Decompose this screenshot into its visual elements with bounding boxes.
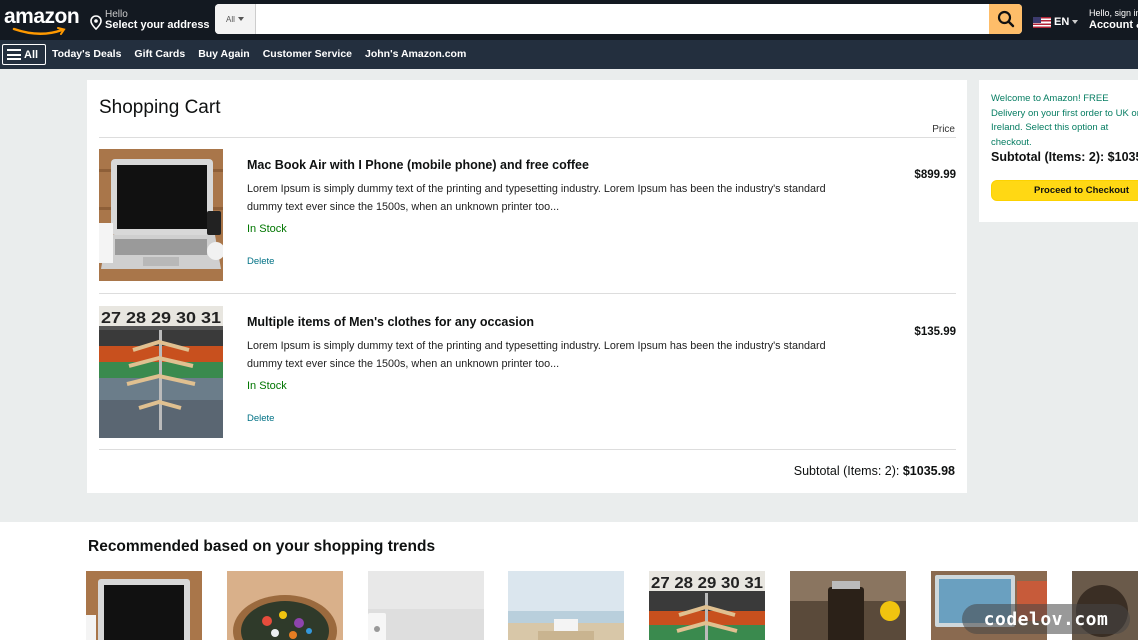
free-delivery-message: Welcome to Amazon! FREE Delivery on your… [991, 93, 1138, 148]
product-price: $899.99 [914, 169, 956, 181]
language-selector[interactable]: EN [1033, 15, 1079, 29]
product-title[interactable]: Multiple items of Men's clothes for any … [247, 315, 534, 329]
search-button[interactable] [989, 4, 1022, 34]
nav-link-buy-again[interactable]: Buy Again [198, 48, 250, 61]
calendar-digits: 27 28 29 30 31 [101, 310, 221, 327]
top-header: amazon Hello Select your address All EN [0, 0, 1138, 40]
hamburger-menu-icon [7, 49, 21, 60]
stock-status: In Stock [247, 223, 287, 235]
cart-title: Shopping Cart [99, 97, 221, 118]
nav-link-customer-service[interactable]: Customer Service [263, 48, 352, 61]
account-menu[interactable]: Hello, sign in Account & Lists [1089, 8, 1138, 32]
recommended-product-laptop[interactable] [86, 571, 202, 640]
product-image-laptop[interactable] [99, 149, 223, 281]
nav-link-johns-amazon[interactable]: John's Amazon.com [365, 48, 466, 61]
search-category-select[interactable]: All [215, 4, 256, 34]
subtotal-label: Subtotal (Items: 2): [793, 464, 900, 478]
proceed-to-checkout-button[interactable]: Proceed to Checkout [991, 180, 1138, 201]
chevron-down-icon [1072, 20, 1079, 24]
us-flag-icon [1033, 16, 1051, 28]
recommendations-title: Recommended based on your shopping trend… [88, 538, 436, 555]
logo-text: amazon [4, 5, 80, 28]
delete-link[interactable]: Delete [247, 413, 274, 424]
divider [99, 293, 956, 294]
nav-bar: All Today's Deals Gift Cards Buy Again C… [0, 40, 1138, 69]
nav-link-gift-cards[interactable]: Gift Cards [134, 48, 185, 61]
search-icon [997, 10, 1014, 28]
product-title[interactable]: Mac Book Air with I Phone (mobile phone)… [247, 158, 589, 172]
delete-link[interactable]: Delete [247, 256, 274, 267]
price-column-header: Price [932, 124, 955, 135]
cart-item: 27 28 29 30 31 Multiple items of Men's c… [99, 306, 956, 439]
location-pin-icon [90, 15, 102, 30]
address-line: Select your address [105, 19, 210, 31]
watermark: codelov.com [962, 604, 1130, 634]
all-menu-label: All [24, 48, 39, 61]
search-bar: All [215, 4, 1022, 34]
nav-links: Today's Deals Gift Cards Buy Again Custo… [52, 48, 466, 61]
cart-item: Mac Book Air with I Phone (mobile phone)… [99, 149, 956, 282]
checkout-sidebar: Welcome to Amazon! FREE Delivery on your… [979, 80, 1138, 222]
nav-link-todays-deals[interactable]: Today's Deals [52, 48, 121, 61]
search-input[interactable] [256, 4, 989, 34]
all-menu-button[interactable]: All [2, 44, 46, 65]
cart-subtotal: Subtotal (Items: 2): $1035.98 [794, 464, 955, 478]
calendar-digits: 27 28 29 30 31 [651, 575, 763, 592]
chevron-down-icon [237, 17, 244, 21]
amazon-logo[interactable]: amazon [4, 6, 82, 36]
recommended-product-coffee-press[interactable] [790, 571, 906, 640]
sidebar-subtotal: Subtotal (Items: 2): $1035.98 [991, 150, 1138, 164]
subtotal-value: $1035.98 [902, 464, 955, 478]
divider [99, 137, 956, 138]
recommended-product-beach[interactable] [508, 571, 624, 640]
recommended-product-bowl[interactable] [227, 571, 343, 640]
account-hello: Hello, sign in [1089, 8, 1138, 18]
account-line: Account & Lists [1089, 19, 1138, 31]
stock-status: In Stock [247, 380, 287, 392]
product-image-clothes[interactable]: 27 28 29 30 31 [99, 306, 223, 438]
language-code: EN [1054, 16, 1070, 28]
recommended-product-speaker[interactable] [368, 571, 484, 640]
product-description: Lorem Ipsum is simply dummy text of the … [247, 183, 826, 213]
product-price: $135.99 [914, 326, 956, 338]
divider [99, 449, 956, 450]
product-description: Lorem Ipsum is simply dummy text of the … [247, 340, 826, 370]
recommended-product-clothes[interactable]: 27 28 29 30 31 [649, 571, 765, 640]
smile-arrow-icon [12, 27, 66, 35]
search-category-label: All [226, 14, 235, 24]
delivery-address[interactable]: Hello Select your address [90, 9, 210, 33]
shopping-cart-panel: Shopping Cart Price Mac Book Air with I … [87, 80, 967, 493]
